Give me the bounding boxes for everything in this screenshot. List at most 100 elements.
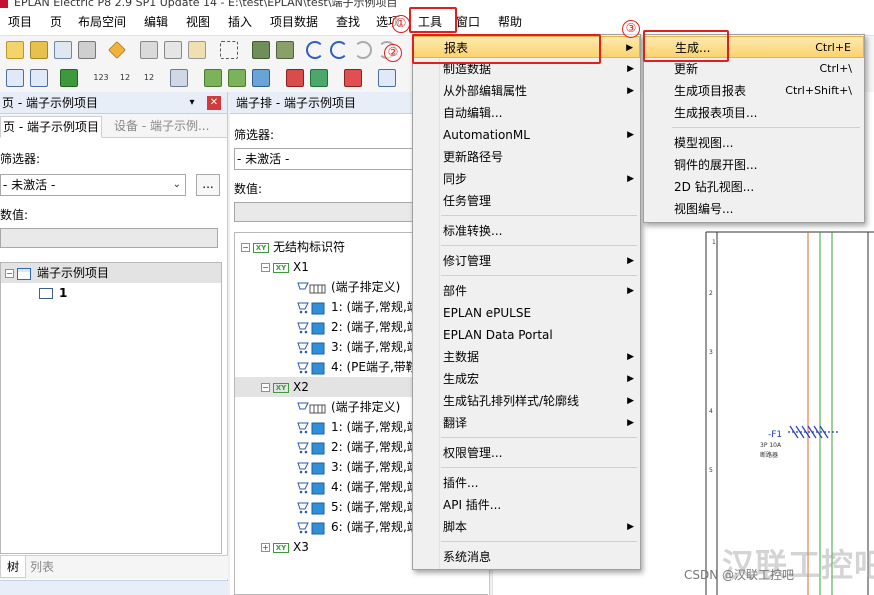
menu-project[interactable]: 项目 xyxy=(8,13,32,31)
report-icon[interactable] xyxy=(378,69,396,87)
print-icon[interactable] xyxy=(78,41,96,59)
pin-toggle-icon[interactable] xyxy=(199,96,207,110)
menu-item-tools-3[interactable]: 自动编辑... xyxy=(413,102,640,124)
check-project-icon[interactable] xyxy=(252,69,270,87)
menu-item-label: AutomationML xyxy=(443,128,530,142)
menu-item-reports-7[interactable]: 2D 钻孔视图... xyxy=(644,176,864,198)
pin-icon[interactable]: ▾ xyxy=(185,96,199,110)
tree-item-terminal[interactable]: 4: (PE端子,带鞍 xyxy=(297,357,418,377)
filter-select[interactable]: - 未激活 - ⌄ xyxy=(0,174,186,196)
open-project-icon[interactable] xyxy=(30,41,48,59)
tab-list[interactable]: 列表 xyxy=(24,556,60,578)
tree-item-terminal[interactable]: 4: (端子,常规,端 xyxy=(297,477,419,497)
cut-icon[interactable] xyxy=(140,41,158,59)
new-project-icon[interactable] xyxy=(6,41,24,59)
connect-icon[interactable] xyxy=(170,69,188,87)
menu-find[interactable]: 查找 xyxy=(336,13,360,31)
menu-item-tools-23[interactable]: 插件... xyxy=(413,472,640,494)
menu-item-tools-15[interactable]: EPLAN Data Portal xyxy=(413,324,640,346)
select-area-icon[interactable] xyxy=(220,41,238,59)
wrench-icon[interactable] xyxy=(108,41,126,59)
menu-item-tools-5[interactable]: 更新路径号 xyxy=(413,146,640,168)
pin-flag-icon[interactable] xyxy=(310,69,328,87)
menu-item-reports-2[interactable]: 生成项目报表 Ctrl+Shift+\ xyxy=(644,80,864,102)
close-icon[interactable]: ✕ xyxy=(207,96,221,110)
redo-icon[interactable] xyxy=(354,41,372,59)
menu-item-tools-24[interactable]: API 插件... xyxy=(413,494,640,516)
tab-pages[interactable]: 页 - 端子示例项目 xyxy=(0,116,102,138)
menu-item-tools-16[interactable]: 主数据 ▶ xyxy=(413,346,640,368)
collapse-icon[interactable]: − xyxy=(5,269,14,278)
menu-item-tools-17[interactable]: 生成宏 ▶ xyxy=(413,368,640,390)
menu-help[interactable]: 帮助 xyxy=(498,13,522,31)
numbering-icon[interactable]: 123 xyxy=(92,69,110,87)
menu-layout-space[interactable]: 布局空间 xyxy=(78,13,126,31)
tab-devices[interactable]: 设备 - 端子示例... xyxy=(112,116,211,138)
terminal-icon xyxy=(297,521,327,535)
menu-item-tools-13[interactable]: 部件 ▶ xyxy=(413,280,640,302)
tree-item-strip-def[interactable]: (端子排定义) xyxy=(297,277,400,297)
tree-item-terminal[interactable]: 2: (端子,常规,端 xyxy=(297,317,419,337)
tree-item-strip-x1[interactable]: − XY X1 xyxy=(261,257,309,277)
menu-item-reports-5[interactable]: 模型视图... xyxy=(644,132,864,154)
filter-more-button[interactable]: ... xyxy=(196,174,220,196)
page-nav-icon[interactable] xyxy=(6,69,24,87)
menu-page[interactable]: 页 xyxy=(50,13,62,31)
tree-item-strip-def[interactable]: (端子排定义) xyxy=(297,397,400,417)
brush-icon[interactable] xyxy=(276,41,294,59)
undo-icon[interactable] xyxy=(306,41,324,59)
menu-item-tools-4[interactable]: AutomationML ▶ xyxy=(413,124,640,146)
undo-list-icon[interactable] xyxy=(330,41,348,59)
paste-icon[interactable] xyxy=(188,41,206,59)
tree-item-terminal[interactable]: 3: (端子,常规,端 xyxy=(297,337,419,357)
menu-insert[interactable]: 插入 xyxy=(228,13,252,31)
menu-item-tools-7[interactable]: 任务管理 xyxy=(413,190,640,212)
check-icon[interactable] xyxy=(204,69,222,87)
collapse-icon[interactable]: − xyxy=(261,263,270,272)
terminal-strip-definition-icon xyxy=(297,401,327,415)
value-input[interactable] xyxy=(0,228,218,248)
renumber-icon[interactable]: 12 xyxy=(116,69,134,87)
menu-item-tools-2[interactable]: 从外部编辑属性 ▶ xyxy=(413,80,640,102)
menu-item-tools-27[interactable]: 系统消息 xyxy=(413,546,640,568)
menu-item-tools-9[interactable]: 标准转换... xyxy=(413,220,640,242)
tree-item-terminal[interactable]: 1: (端子,常规,端 xyxy=(297,297,419,317)
save-icon[interactable] xyxy=(54,41,72,59)
delete-mark-icon[interactable] xyxy=(344,69,362,87)
tree-item-terminal[interactable]: 1: (端子,常规,端 xyxy=(297,417,419,437)
tree-item-page[interactable]: 1 xyxy=(39,283,67,303)
menu-item-tools-25[interactable]: 脚本 ▶ xyxy=(413,516,640,538)
expand-icon[interactable]: + xyxy=(261,543,270,552)
puzzle-icon[interactable] xyxy=(60,69,78,87)
menu-project-data[interactable]: 项目数据 xyxy=(270,13,318,31)
check-page-icon[interactable] xyxy=(228,69,246,87)
sort-icon[interactable]: 12 xyxy=(140,69,158,87)
menu-view[interactable]: 视图 xyxy=(186,13,210,31)
menu-edit[interactable]: 编辑 xyxy=(144,13,168,31)
tree-item-terminal[interactable]: 5: (端子,常规,端 xyxy=(297,497,419,517)
tree-item-strip-x3[interactable]: + XY X3 xyxy=(261,537,309,557)
flag-icon[interactable] xyxy=(286,69,304,87)
tab-tree[interactable]: 树 xyxy=(0,556,27,578)
copy-icon[interactable] xyxy=(164,41,182,59)
menu-item-reports-8[interactable]: 视图编号... xyxy=(644,198,864,220)
tree-item-terminal[interactable]: 2: (端子,常规,端 xyxy=(297,437,419,457)
mark-icon[interactable] xyxy=(252,41,270,59)
menu-item-tools-19[interactable]: 翻译 ▶ xyxy=(413,412,640,434)
tree-item-project[interactable]: − 端子示例项目 xyxy=(1,263,221,283)
page-list-icon[interactable] xyxy=(30,69,48,87)
pe-terminal-icon xyxy=(297,361,327,375)
tree-item-terminal[interactable]: 6: (端子,常规,端 xyxy=(297,517,419,537)
menu-item-tools-14[interactable]: EPLAN ePULSE xyxy=(413,302,640,324)
menu-item-tools-6[interactable]: 同步 ▶ xyxy=(413,168,640,190)
collapse-icon[interactable]: − xyxy=(261,383,270,392)
menu-item-tools-18[interactable]: 生成钻孔排列样式/轮廓线 ▶ xyxy=(413,390,640,412)
tree-item-terminal[interactable]: 3: (端子,常规,端 xyxy=(297,457,419,477)
menu-item-tools-11[interactable]: 修订管理 ▶ xyxy=(413,250,640,272)
menu-item-tools-21[interactable]: 权限管理... xyxy=(413,442,640,464)
menu-item-reports-3[interactable]: 生成报表项目... xyxy=(644,102,864,124)
tree-item-root[interactable]: − XY 无结构标识符 xyxy=(241,237,345,257)
menu-window[interactable]: 窗口 xyxy=(456,13,480,31)
menu-item-reports-6[interactable]: 铜件的展开图... xyxy=(644,154,864,176)
collapse-icon[interactable]: − xyxy=(241,243,250,252)
